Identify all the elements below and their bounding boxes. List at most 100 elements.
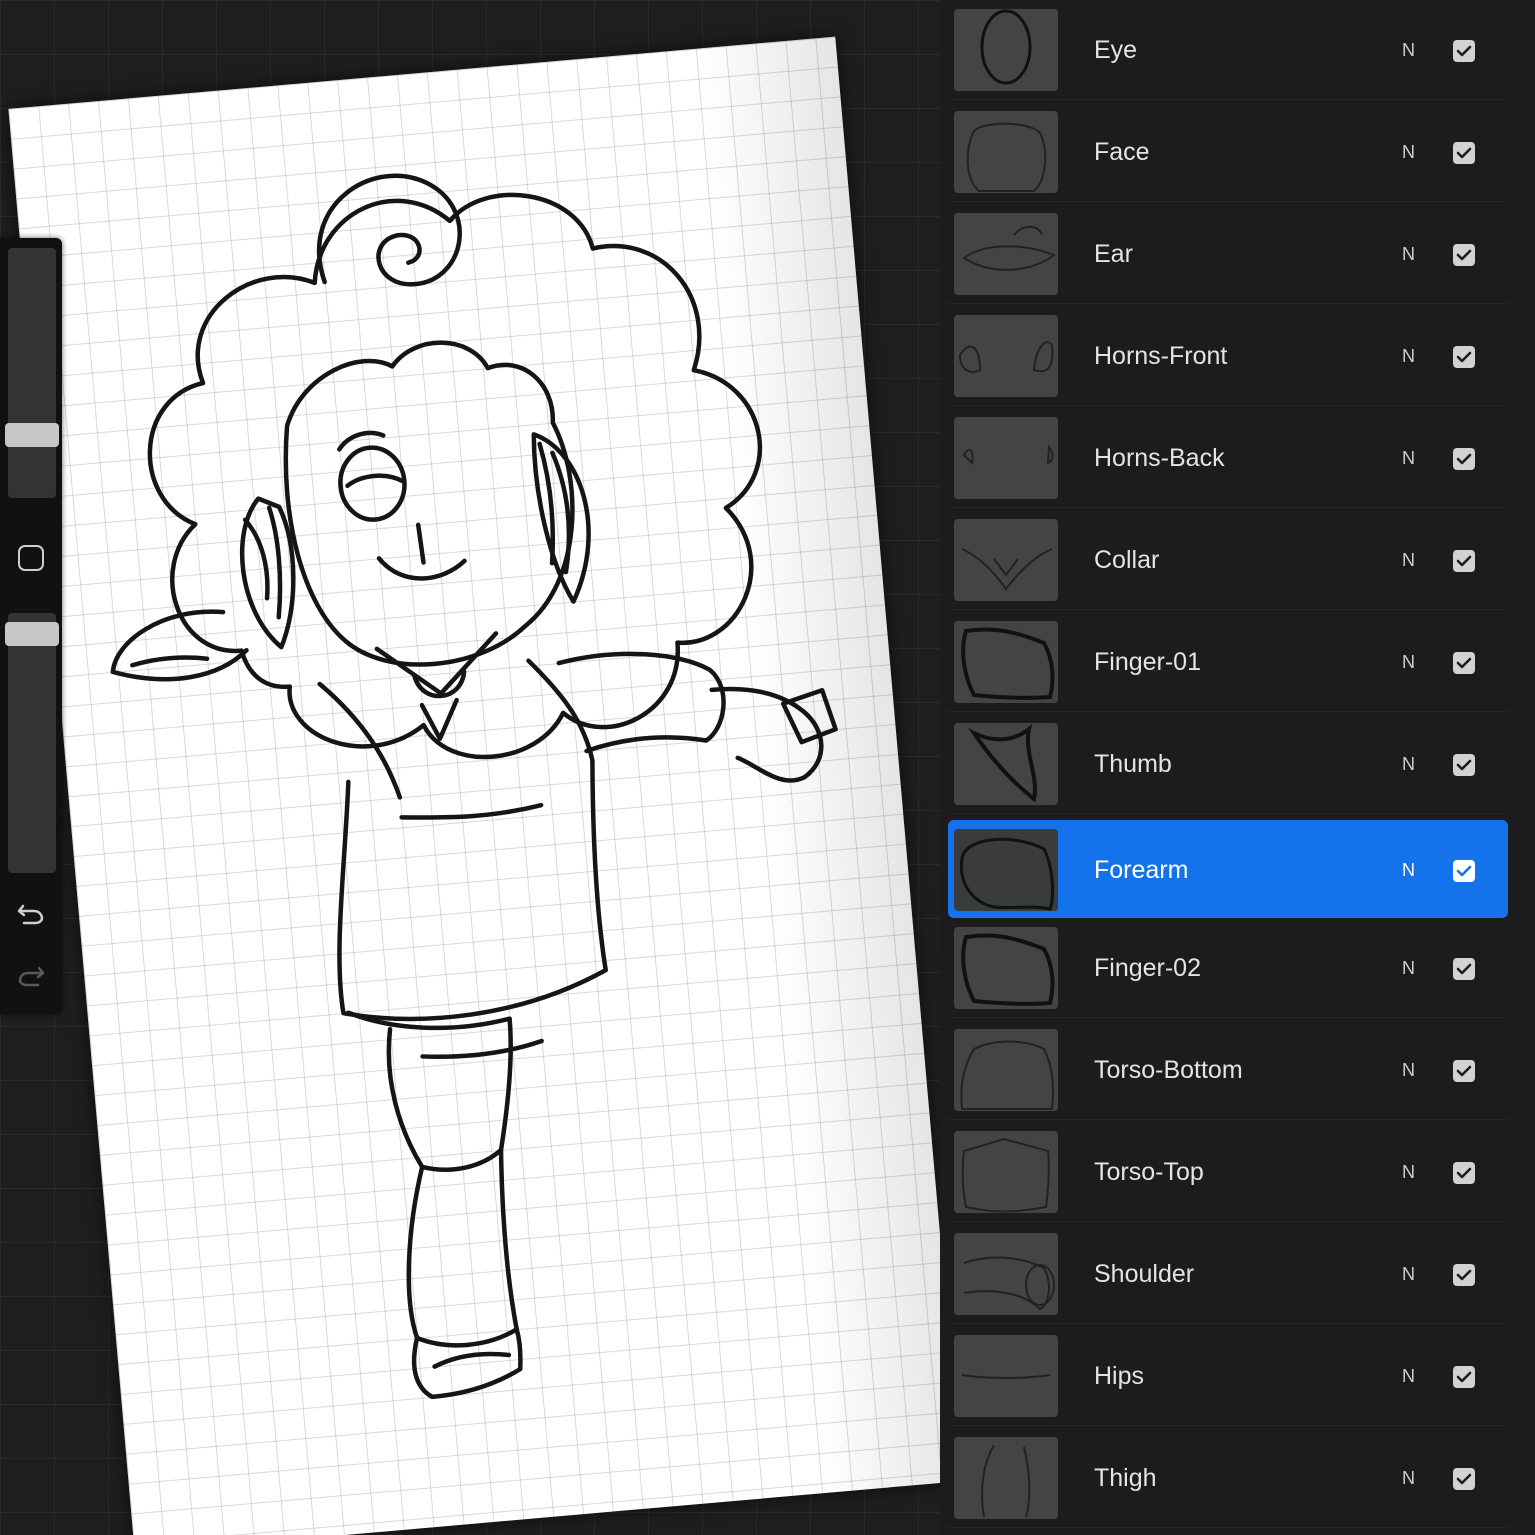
brush-size-slider[interactable]	[8, 248, 56, 498]
visibility-checkbox[interactable]	[1453, 754, 1475, 776]
blend-mode-button[interactable]: N	[1402, 612, 1415, 712]
layer-thumbnail[interactable]	[954, 1131, 1058, 1213]
layer-thumbnail[interactable]	[954, 9, 1058, 91]
visibility-checkbox[interactable]	[1453, 142, 1475, 164]
blend-mode-button[interactable]: N	[1402, 820, 1415, 920]
layer-name: Finger-01	[1094, 648, 1201, 676]
blend-mode-button[interactable]: N	[1402, 1428, 1415, 1528]
face-outline-icon	[966, 122, 1047, 192]
layer-row-torso-top[interactable]: Torso-Top N	[948, 1122, 1508, 1222]
blend-mode-button[interactable]: N	[1402, 714, 1415, 814]
drawing-canvas[interactable]	[8, 36, 940, 1535]
blend-mode-button[interactable]: N	[1402, 102, 1415, 202]
layer-name: Torso-Top	[1094, 1158, 1204, 1186]
shoulder-outline-icon	[963, 1256, 1055, 1311]
layer-name: Thigh	[1094, 1464, 1157, 1492]
layer-name: Forearm	[1094, 856, 1189, 884]
redo-icon[interactable]	[14, 958, 48, 992]
layer-thumbnail[interactable]	[954, 111, 1058, 193]
horns-front-outline-icon	[958, 341, 1054, 373]
layer-thumbnail[interactable]	[954, 829, 1058, 911]
blend-mode-button[interactable]: N	[1402, 1122, 1415, 1222]
layer-name: Thumb	[1094, 750, 1172, 778]
layer-name: Horns-Back	[1094, 444, 1225, 472]
visibility-checkbox[interactable]	[1453, 448, 1475, 470]
layer-thumbnail[interactable]	[954, 1029, 1058, 1111]
blend-mode-button[interactable]: N	[1402, 1020, 1415, 1120]
modify-square-icon[interactable]	[18, 545, 44, 571]
visibility-checkbox[interactable]	[1453, 1162, 1475, 1184]
visibility-checkbox[interactable]	[1453, 652, 1475, 674]
layer-row-face[interactable]: Face N	[948, 102, 1508, 202]
visibility-checkbox[interactable]	[1453, 1264, 1475, 1286]
layer-thumbnail[interactable]	[954, 621, 1058, 703]
visibility-checkbox[interactable]	[1453, 1366, 1475, 1388]
brush-size-thumb[interactable]	[5, 423, 59, 447]
layer-thumbnail[interactable]	[954, 315, 1058, 397]
layer-row-horns-back[interactable]: Horns-Back N	[948, 408, 1508, 508]
layer-thumbnail[interactable]	[954, 1233, 1058, 1315]
forearm-outline-icon	[959, 837, 1054, 911]
collar-outline-icon	[961, 548, 1053, 591]
ear-outline-icon	[962, 225, 1056, 271]
undo-icon[interactable]	[14, 896, 48, 930]
opacity-slider[interactable]	[8, 613, 56, 873]
side-toolbar	[0, 238, 62, 1014]
visibility-checkbox[interactable]	[1453, 1468, 1475, 1490]
layer-name: Hips	[1094, 1362, 1145, 1390]
thigh-outline-icon	[981, 1444, 1031, 1518]
layer-thumbnail[interactable]	[954, 1437, 1058, 1519]
visibility-checkbox[interactable]	[1453, 244, 1475, 266]
layer-thumbnail[interactable]	[954, 417, 1058, 499]
opacity-thumb[interactable]	[5, 622, 59, 646]
layer-name: Torso-Bottom	[1094, 1056, 1243, 1084]
finger-outline-icon	[961, 933, 1055, 1006]
visibility-checkbox[interactable]	[1453, 346, 1475, 368]
layer-row-eye[interactable]: Eye N	[948, 0, 1508, 100]
eye-outline-icon	[980, 9, 1032, 85]
layer-thumbnail[interactable]	[954, 1335, 1058, 1417]
blend-mode-button[interactable]: N	[1402, 1326, 1415, 1426]
thumb-outline-icon	[968, 723, 1037, 803]
torso-bottom-outline-icon	[960, 1040, 1054, 1110]
hips-outline-icon	[961, 1374, 1051, 1379]
visibility-checkbox[interactable]	[1453, 860, 1475, 882]
canvas-workspace[interactable]	[0, 0, 940, 1535]
character-lineart	[110, 173, 838, 1400]
layer-name: Collar	[1094, 546, 1160, 574]
layer-row-torso-bottom[interactable]: Torso-Bottom N	[948, 1020, 1508, 1120]
layer-row-forearm[interactable]: Forearm N	[948, 820, 1508, 918]
blend-mode-button[interactable]: N	[1402, 918, 1415, 1018]
blend-mode-button[interactable]: N	[1402, 204, 1415, 304]
layer-name: Shoulder	[1094, 1260, 1195, 1288]
layer-row-finger-02[interactable]: Finger-02 N	[948, 918, 1508, 1018]
visibility-checkbox[interactable]	[1453, 958, 1475, 980]
layer-row-finger-01[interactable]: Finger-01 N	[948, 612, 1508, 712]
finger-outline-icon	[961, 627, 1055, 700]
layer-row-horns-front[interactable]: Horns-Front N	[948, 306, 1508, 406]
layer-row-collar[interactable]: Collar N	[948, 510, 1508, 610]
visibility-checkbox[interactable]	[1453, 550, 1475, 572]
layer-row-thigh[interactable]: Thigh N	[948, 1428, 1508, 1528]
blend-mode-button[interactable]: N	[1402, 408, 1415, 508]
layer-name: Ear	[1094, 240, 1133, 268]
blend-mode-button[interactable]: N	[1402, 510, 1415, 610]
layer-row-hips[interactable]: Hips N	[948, 1326, 1508, 1426]
layer-name: Face	[1094, 138, 1150, 166]
layer-row-thumb[interactable]: Thumb N	[948, 714, 1508, 814]
blend-mode-button[interactable]: N	[1402, 1224, 1415, 1324]
layer-thumbnail[interactable]	[954, 927, 1058, 1009]
layer-thumbnail[interactable]	[954, 723, 1058, 805]
layer-thumbnail[interactable]	[954, 519, 1058, 601]
layer-thumbnail[interactable]	[954, 213, 1058, 295]
blend-mode-button[interactable]: N	[1402, 0, 1415, 100]
layer-name: Finger-02	[1094, 954, 1201, 982]
blend-mode-button[interactable]: N	[1402, 306, 1415, 406]
visibility-checkbox[interactable]	[1453, 40, 1475, 62]
torso-top-outline-icon	[961, 1137, 1050, 1213]
layer-name: Horns-Front	[1094, 342, 1228, 370]
layer-name: Eye	[1094, 36, 1138, 64]
layer-row-shoulder[interactable]: Shoulder N	[948, 1224, 1508, 1324]
layer-row-ear[interactable]: Ear N	[948, 204, 1508, 304]
visibility-checkbox[interactable]	[1453, 1060, 1475, 1082]
